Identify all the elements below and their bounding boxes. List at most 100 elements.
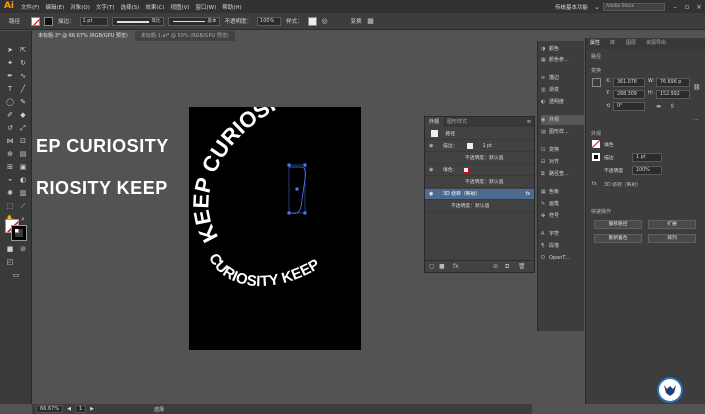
mesh-tool-icon[interactable]: ⊞ — [4, 162, 16, 172]
gradient-tool-icon[interactable]: ▣ — [17, 162, 29, 172]
reference-point-icon[interactable] — [592, 78, 601, 87]
panel-transform[interactable]: ⊡ 变换 — [541, 145, 585, 155]
panel-paragraph[interactable]: ¶ 段落 — [541, 241, 585, 251]
eye-icon[interactable]: ◉ — [429, 189, 435, 200]
panel-pathfinder[interactable]: ⧉ 路径查... — [541, 169, 585, 179]
tab-properties[interactable]: 属性 — [590, 38, 600, 49]
line-tool-icon[interactable]: ╱ — [17, 84, 29, 94]
props-opacity-field[interactable]: 100% — [632, 166, 662, 175]
panel-color[interactable]: ◑ 颜色 — [541, 44, 585, 54]
menu-object[interactable]: 对象(O) — [67, 3, 93, 11]
ellipse-tool-icon[interactable]: ◯ — [4, 97, 16, 107]
flip-vertical-icon[interactable]: ⇳ — [670, 103, 675, 110]
column-graph-icon[interactable]: ▥ — [17, 188, 29, 198]
clear-icon[interactable]: ⊘ — [493, 261, 498, 273]
panel-brushes[interactable]: ✎ 画笔 — [541, 199, 585, 209]
fill-swatch[interactable] — [31, 16, 41, 26]
props-fill-swatch[interactable] — [592, 140, 600, 148]
menu-effect[interactable]: 效果(C) — [142, 3, 167, 11]
color-mode-icon[interactable]: ■ — [4, 244, 16, 254]
shaper-tool-icon[interactable]: ✐ — [4, 110, 16, 120]
width-tool-icon[interactable]: ⋈ — [4, 136, 16, 146]
stroke-color-swatch[interactable] — [466, 142, 473, 149]
screen-mode-icon[interactable]: ▭ — [10, 270, 22, 280]
tab-doc-3[interactable]: 未标题-3* @ 66.67% (RGB/GPU 预览) — [32, 31, 134, 41]
rotate-tool-icon[interactable]: ↺ — [4, 123, 16, 133]
maximize-icon[interactable]: ▫ — [681, 3, 693, 11]
type-tool-icon[interactable]: T — [4, 84, 16, 94]
menu-window[interactable]: 窗口(W) — [193, 3, 220, 11]
duplicate-icon[interactable]: ⧉ — [505, 261, 509, 273]
blend-tool-icon[interactable]: ◐ — [17, 175, 29, 185]
selected-path-outline[interactable] — [287, 163, 307, 215]
tab-graphic-styles[interactable]: 图形样式 — [443, 117, 471, 127]
props-stroke-weight[interactable]: 1 pt — [632, 153, 662, 162]
trash-icon[interactable]: 🗑 — [518, 261, 526, 273]
brush-definition[interactable]: 基本 — [167, 16, 220, 26]
tab-layers[interactable]: 图层 — [626, 38, 636, 49]
width-field[interactable]: 76.696 p — [656, 78, 690, 87]
stroke-color-icon[interactable] — [11, 225, 27, 241]
close-icon[interactable]: × — [693, 3, 705, 11]
variable-width-profile[interactable]: 等比 — [111, 16, 164, 26]
appearance-row-3d-revolve[interactable]: ◉ 3D 绕转（映射） fx — [425, 189, 534, 200]
draw-mode-icon[interactable]: ◰ — [4, 257, 16, 267]
pen-tool-icon[interactable]: ✒ — [4, 71, 16, 81]
fill-square-icon[interactable]: ■ — [439, 261, 445, 273]
menu-select[interactable]: 选择(S) — [118, 3, 143, 11]
add-effect-icon[interactable]: fx — [453, 261, 459, 273]
stroke-swatch[interactable] — [44, 16, 54, 26]
angle-field[interactable]: 0° — [613, 102, 645, 111]
text-line-2[interactable]: RIOSITY KEEP — [36, 178, 168, 199]
props-stroke-swatch[interactable] — [592, 153, 600, 161]
arrange-button[interactable]: 排列 — [648, 234, 696, 243]
panel-transparency[interactable]: ◐ 透明度 — [541, 97, 585, 107]
artboard-number-field[interactable]: 1 — [74, 405, 87, 413]
tab-libraries[interactable]: 库 — [610, 38, 615, 49]
appearance-row-stroke-opacity[interactable]: 不透明度：默认值 — [425, 153, 534, 164]
y-field[interactable]: 288.309 — [613, 90, 645, 99]
panel-gradient[interactable]: ▥ 渐变 — [541, 85, 585, 95]
magic-wand-icon[interactable]: ✦ — [4, 58, 16, 68]
slice-tool-icon[interactable]: ⟋ — [17, 201, 29, 211]
panel-swatches[interactable]: ▦ 色板 — [541, 187, 585, 197]
appearance-row-opacity[interactable]: 不透明度：默认值 — [425, 201, 534, 212]
selection-tool-icon[interactable]: ➤ — [4, 45, 16, 55]
ring-text-bottom[interactable]: CURIOSITY KEEP — [205, 251, 322, 291]
graphic-style-swatch[interactable] — [307, 16, 317, 26]
link-icon[interactable]: ⛓ — [693, 84, 701, 91]
menu-file[interactable]: 文件(F) — [18, 3, 42, 11]
panel-stroke[interactable]: ≡ 描边 — [541, 73, 585, 83]
fill-none-swatch[interactable] — [462, 166, 469, 173]
effect-fx-icon[interactable]: fx — [525, 189, 530, 200]
panel-color-guide[interactable]: ▦ 颜色参... — [541, 55, 585, 65]
next-artboard-icon[interactable]: ▶ — [90, 406, 94, 412]
panel-appearance[interactable]: ◉ 外观 — [541, 115, 585, 125]
tab-doc-1[interactable]: 未标题-1.ai* @ 50% (RGB/GPU 预览) — [134, 31, 235, 41]
workspace-switcher[interactable]: 传统基本功能 — [552, 3, 591, 11]
workspace-chevron-down-icon[interactable]: ⌄ — [591, 3, 603, 11]
recolor-button[interactable]: 重新着色 — [594, 234, 642, 243]
ring-text-top[interactable]: KEEP CURIOSITY — [189, 107, 305, 247]
zoom-field[interactable]: 66.67% — [36, 405, 64, 413]
shape-builder-icon[interactable]: ⊕ — [4, 149, 16, 159]
scale-tool-icon[interactable]: ⤢ — [17, 123, 29, 133]
opacity-field[interactable]: 100% — [257, 16, 282, 26]
tab-appearance[interactable]: 外观 — [425, 117, 444, 127]
panel-character[interactable]: A 字符 — [541, 229, 585, 239]
eye-icon[interactable]: ◉ — [429, 141, 435, 152]
transform-link[interactable]: 变换 — [351, 17, 362, 25]
square-icon[interactable]: ▢ — [429, 261, 435, 273]
panel-graphic-styles[interactable]: ▨ 图形样... — [541, 127, 585, 137]
menu-edit[interactable]: 编辑(E) — [42, 3, 67, 11]
direct-selection-tool-icon[interactable]: ⇱ — [17, 45, 29, 55]
eye-icon[interactable]: ◉ — [429, 165, 435, 176]
align-icon[interactable]: ▦ — [365, 17, 377, 25]
menu-help[interactable]: 帮助(H) — [219, 3, 244, 11]
symbol-sprayer-icon[interactable]: ✺ — [4, 188, 16, 198]
appearance-row-fill[interactable]: ◉ 填色： — [425, 165, 534, 176]
globe-icon[interactable]: ◎ — [319, 17, 331, 25]
paintbrush-tool-icon[interactable]: ✎ — [17, 97, 29, 107]
lasso-tool-icon[interactable]: ↻ — [17, 58, 29, 68]
height-field[interactable]: 152.992 — [656, 90, 690, 99]
